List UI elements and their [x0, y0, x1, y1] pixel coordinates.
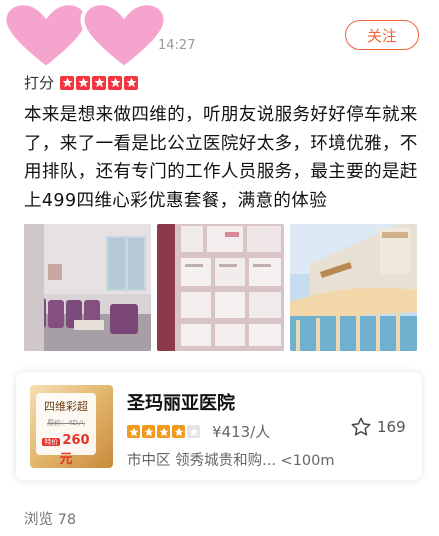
star-outline-icon [351, 417, 371, 436]
right-heart-icon [80, 1, 168, 71]
hospital-card[interactable]: 四维彩超 原价：4D八 特价 260元 圣玛丽亚医院 ¥413/人 市中区 领秀城… [16, 372, 422, 480]
post-timestamp: 14:27 [158, 38, 196, 53]
favorite-button[interactable]: 169 [350, 416, 406, 438]
review-text: 本来是想来做四维的，听朋友说服务好好停车就来了，来了一看是比公立医院好太多，环境… [24, 105, 418, 211]
promo-title: 四维彩超 [44, 400, 88, 413]
favorite-count: 169 [377, 418, 406, 436]
review-photo-waiting-room[interactable] [24, 224, 151, 351]
star-icon [124, 75, 139, 90]
promo-badge: 四维彩超 原价：4D八 特价 260元 [36, 393, 96, 467]
star-icon [60, 75, 75, 90]
promo-price-value: 260元 [59, 433, 90, 467]
star-filled-icon [142, 425, 155, 438]
star-icon [92, 75, 107, 90]
promo-original-price: 原价：4D八 [47, 419, 85, 427]
promo-tag: 特价 [42, 438, 61, 446]
star-filled-icon [172, 425, 185, 438]
follow-button[interactable]: 关注 [345, 20, 419, 50]
review-photo-building[interactable] [290, 224, 417, 351]
star-icon [108, 75, 123, 90]
user-rating: 打分 [24, 72, 139, 93]
star-filled-icon [157, 425, 170, 438]
star-filled-icon [127, 425, 140, 438]
rating-stars [60, 75, 139, 90]
left-heart-icon [2, 1, 90, 71]
hearts-decoration [0, 0, 175, 71]
view-count: 浏览 78 [24, 512, 77, 528]
review-photo-certificates[interactable] [157, 224, 284, 351]
hospital-name[interactable]: 圣玛丽亚医院 [127, 389, 235, 415]
hospital-rating: ¥413/人 [127, 421, 270, 442]
promo-price: 特价 260元 [36, 433, 96, 467]
rating-label: 打分 [24, 74, 55, 92]
price-per-person: ¥413/人 [212, 423, 271, 441]
star-icon [76, 75, 91, 90]
hospital-location: 市中区 领秀城贵和购... <100m [127, 453, 335, 469]
star-empty-icon [187, 425, 200, 438]
hospital-thumbnail: 四维彩超 原价：4D八 特价 260元 [30, 385, 113, 468]
